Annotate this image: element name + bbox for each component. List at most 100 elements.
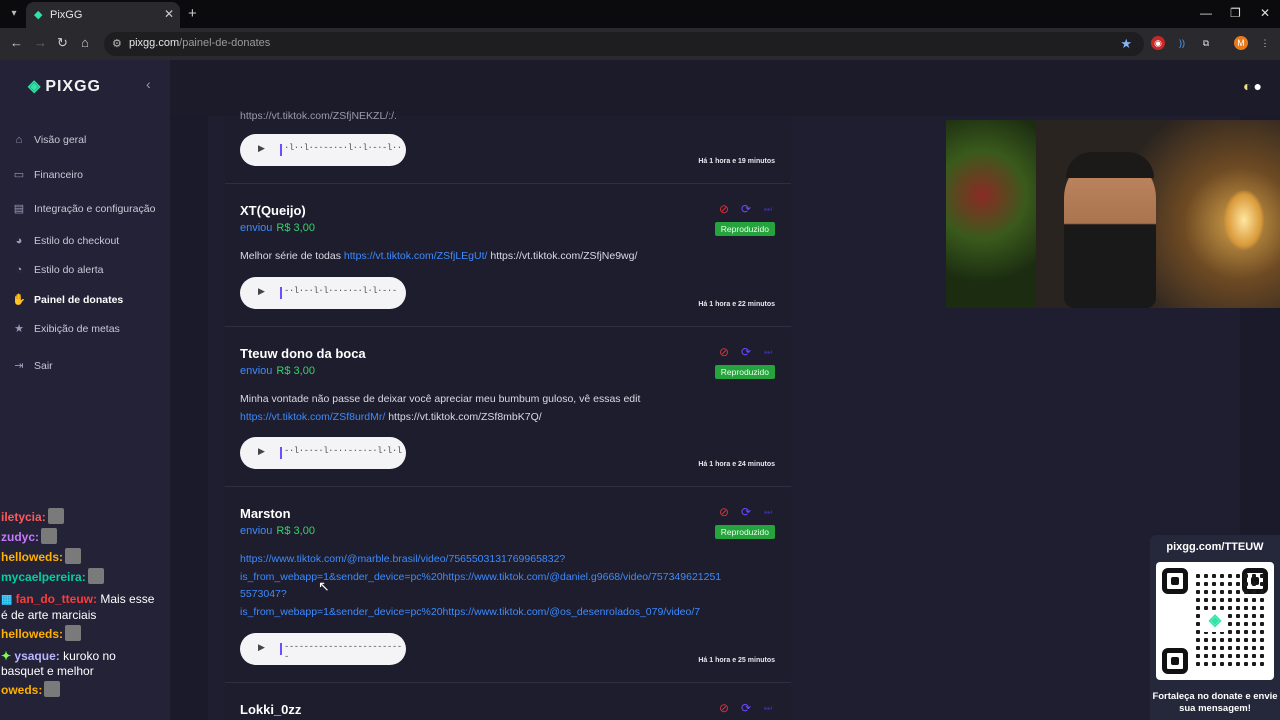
- profile-avatar[interactable]: M: [1234, 36, 1248, 50]
- browser-tab[interactable]: ◆ PixGG ✕: [26, 2, 180, 28]
- play-icon[interactable]: ▶: [258, 286, 265, 297]
- donation-amount: R$ 3,00: [276, 525, 315, 537]
- donation-actions: ⊘ ⟳ ⏭: [717, 345, 775, 359]
- audio-player[interactable]: ▶ -·l·-·l·l·-·-·-·l·l·-·-: [240, 277, 406, 309]
- theme-toggle[interactable]: ◐ ●: [1243, 78, 1262, 94]
- block-icon[interactable]: ⊘: [717, 202, 731, 216]
- sidebar-item-estilo-checkout[interactable]: ◕ Estilo do checkout: [12, 230, 120, 252]
- tab-list-icon[interactable]: ▾: [6, 6, 22, 22]
- sidebar-item-exibicao-metas[interactable]: ★ Exibição de metas: [12, 318, 120, 340]
- logo[interactable]: ◈ PIXGG: [28, 76, 101, 96]
- progress-marker[interactable]: [280, 447, 282, 459]
- chat-message: oweds:: [1, 681, 61, 700]
- message-tail: https://vt.tiktok.com/ZSf8mbK7Q/: [385, 410, 542, 423]
- url-text: pixgg.com/painel-de-donates: [129, 37, 270, 49]
- skip-icon[interactable]: ⏭: [761, 505, 775, 519]
- sidebar-item-estilo-alerta[interactable]: ◔ Estilo do alerta: [12, 259, 104, 281]
- close-icon[interactable]: ✕: [164, 7, 174, 21]
- emote-icon: [44, 681, 61, 697]
- sidebar-item-painel-donates[interactable]: ✋ Painel de donates: [12, 289, 123, 311]
- sidebar-item-label: Integração e configuração: [34, 203, 156, 215]
- window-close-icon[interactable]: ✕: [1260, 6, 1270, 20]
- reload-icon[interactable]: ↻: [57, 35, 68, 51]
- chat-user: iletycia:: [1, 510, 46, 524]
- chat-user: helloweds:: [1, 550, 64, 564]
- message-text: Melhor série de todas: [240, 250, 344, 262]
- message-link[interactable]: https://vt.tiktok.com/ZSf8urdMr/: [240, 411, 385, 423]
- donation-amount: R$ 3,00: [276, 222, 315, 234]
- forward-icon[interactable]: →: [34, 35, 47, 50]
- sidebar-item-sair[interactable]: ⇥ Sair: [12, 355, 52, 377]
- qr-caption: Fortaleça no donate e envie sua mensagem…: [1152, 691, 1278, 714]
- progress-marker[interactable]: [280, 287, 282, 299]
- qr-url: pixgg.com/TTEUW: [1166, 541, 1264, 553]
- site-info-icon[interactable]: ⚙: [112, 37, 122, 50]
- progress-marker[interactable]: [280, 643, 282, 655]
- sidebar-item-label: Financeiro: [34, 169, 84, 181]
- puzzle-icon[interactable]: ⧉: [1199, 36, 1213, 50]
- back-icon[interactable]: ←: [10, 35, 23, 50]
- chat-text: é de arte marciais: [1, 608, 97, 622]
- donation-message: Melhor série de todas https://vt.tiktok.…: [240, 248, 780, 266]
- audio-player[interactable]: ▶ ·l··l·-·--·-·l··l·-·-l··: [240, 134, 406, 166]
- status-badge: Reproduzido: [714, 525, 775, 539]
- play-icon[interactable]: ▶: [258, 642, 265, 653]
- bookmark-star-icon[interactable]: ★: [1120, 36, 1132, 52]
- restore-icon[interactable]: ❐: [1230, 6, 1241, 20]
- replay-icon[interactable]: ⟳: [739, 202, 753, 216]
- emote-icon: [41, 528, 58, 544]
- sidebar-item-integracao[interactable]: ▤ Integração e configuração: [12, 198, 156, 220]
- waveform: ·l··l·-·--·-·l··l·-·-l··: [284, 143, 402, 153]
- replay-icon[interactable]: ⟳: [739, 345, 753, 359]
- browser-tabbar: ▾ ◆ PixGG ✕ + — ❐ ✕: [0, 0, 1280, 28]
- waveform: -·l·-·-·l·-··-·-·-·l·l·l: [284, 446, 402, 456]
- stream-chat-overlay: iletycia: zudyc: helloweds: mycaelpereir…: [0, 508, 170, 720]
- donation-time: Há 1 hora e 24 minutos: [698, 461, 775, 468]
- progress-marker[interactable]: [280, 144, 282, 156]
- address-bar[interactable]: ⚙ pixgg.com/painel-de-donates ★: [104, 32, 1144, 56]
- replay-icon[interactable]: ⟳: [739, 701, 753, 715]
- replay-icon[interactable]: ⟳: [739, 505, 753, 519]
- url-domain: pixgg.com: [129, 37, 180, 49]
- emote-icon: [65, 625, 82, 641]
- pixgg-logo-icon: ◈: [28, 78, 42, 95]
- message-link[interactable]: https://vt.tiktok.com/ZSfjLEgUt/: [344, 250, 488, 262]
- logout-icon: ⇥: [14, 360, 24, 372]
- extension-icon[interactable]: ◉: [1151, 36, 1165, 50]
- skip-icon[interactable]: ⏭: [761, 345, 775, 359]
- donation-time: Há 1 hora e 25 minutos: [698, 657, 775, 664]
- donation-amount-line: enviou R$ 3,00: [240, 525, 315, 537]
- sidebar-item-visao-geral[interactable]: ⌂ Visão geral: [12, 129, 87, 151]
- message-link[interactable]: 5573047?: [240, 588, 287, 600]
- chat-user: fan_do_tteuw:: [15, 592, 98, 606]
- play-icon[interactable]: ▶: [258, 446, 265, 457]
- message-link[interactable]: https://www.tiktok.com/@marble.brasil/vi…: [240, 553, 565, 565]
- audio-player[interactable]: ▶ -·l·-·-·l·-··-·-·-·l·l·l: [240, 437, 406, 469]
- sidebar-item-financeiro[interactable]: ▭ Financeiro: [12, 164, 83, 186]
- chat-user: helloweds:: [1, 627, 64, 641]
- skip-icon[interactable]: ⏭: [761, 701, 775, 715]
- collapse-sidebar-icon[interactable]: ‹: [146, 76, 151, 92]
- minimize-icon[interactable]: —: [1200, 6, 1212, 20]
- home-icon[interactable]: ⌂: [81, 35, 89, 50]
- new-tab-icon[interactable]: +: [188, 5, 197, 22]
- block-icon[interactable]: ⊘: [717, 505, 731, 519]
- pixgg-logo-icon: ◈: [1204, 610, 1226, 632]
- waveform: -------------------------: [284, 642, 402, 662]
- play-icon[interactable]: ▶: [258, 143, 265, 154]
- message-link[interactable]: is_from_webapp=1&sender_device=pc%20http…: [240, 606, 700, 618]
- wallet-icon: ▭: [13, 169, 25, 181]
- donation-card: Tteuw dono da boca enviou R$ 3,00 ⊘ ⟳ ⏭ R…: [225, 327, 791, 487]
- donor-name: Lokki_0zz: [240, 702, 302, 717]
- cast-icon[interactable]: )): [1175, 36, 1189, 50]
- skip-icon[interactable]: ⏭: [761, 202, 775, 216]
- tab-title: PixGG: [50, 9, 83, 21]
- sidebar-item-label: Estilo do alerta: [34, 264, 104, 276]
- block-icon[interactable]: ⊘: [717, 701, 731, 715]
- audio-player[interactable]: ▶ -------------------------: [240, 633, 406, 665]
- block-icon[interactable]: ⊘: [717, 345, 731, 359]
- emote-icon: [47, 508, 64, 524]
- browser-navbar: ← → ↻ ⌂ ⚙ pixgg.com/painel-de-donates ★ …: [0, 28, 1280, 60]
- message-link[interactable]: is_from_webapp=1&sender_device=pc%20http…: [240, 571, 721, 583]
- menu-icon[interactable]: ⋮: [1258, 36, 1272, 50]
